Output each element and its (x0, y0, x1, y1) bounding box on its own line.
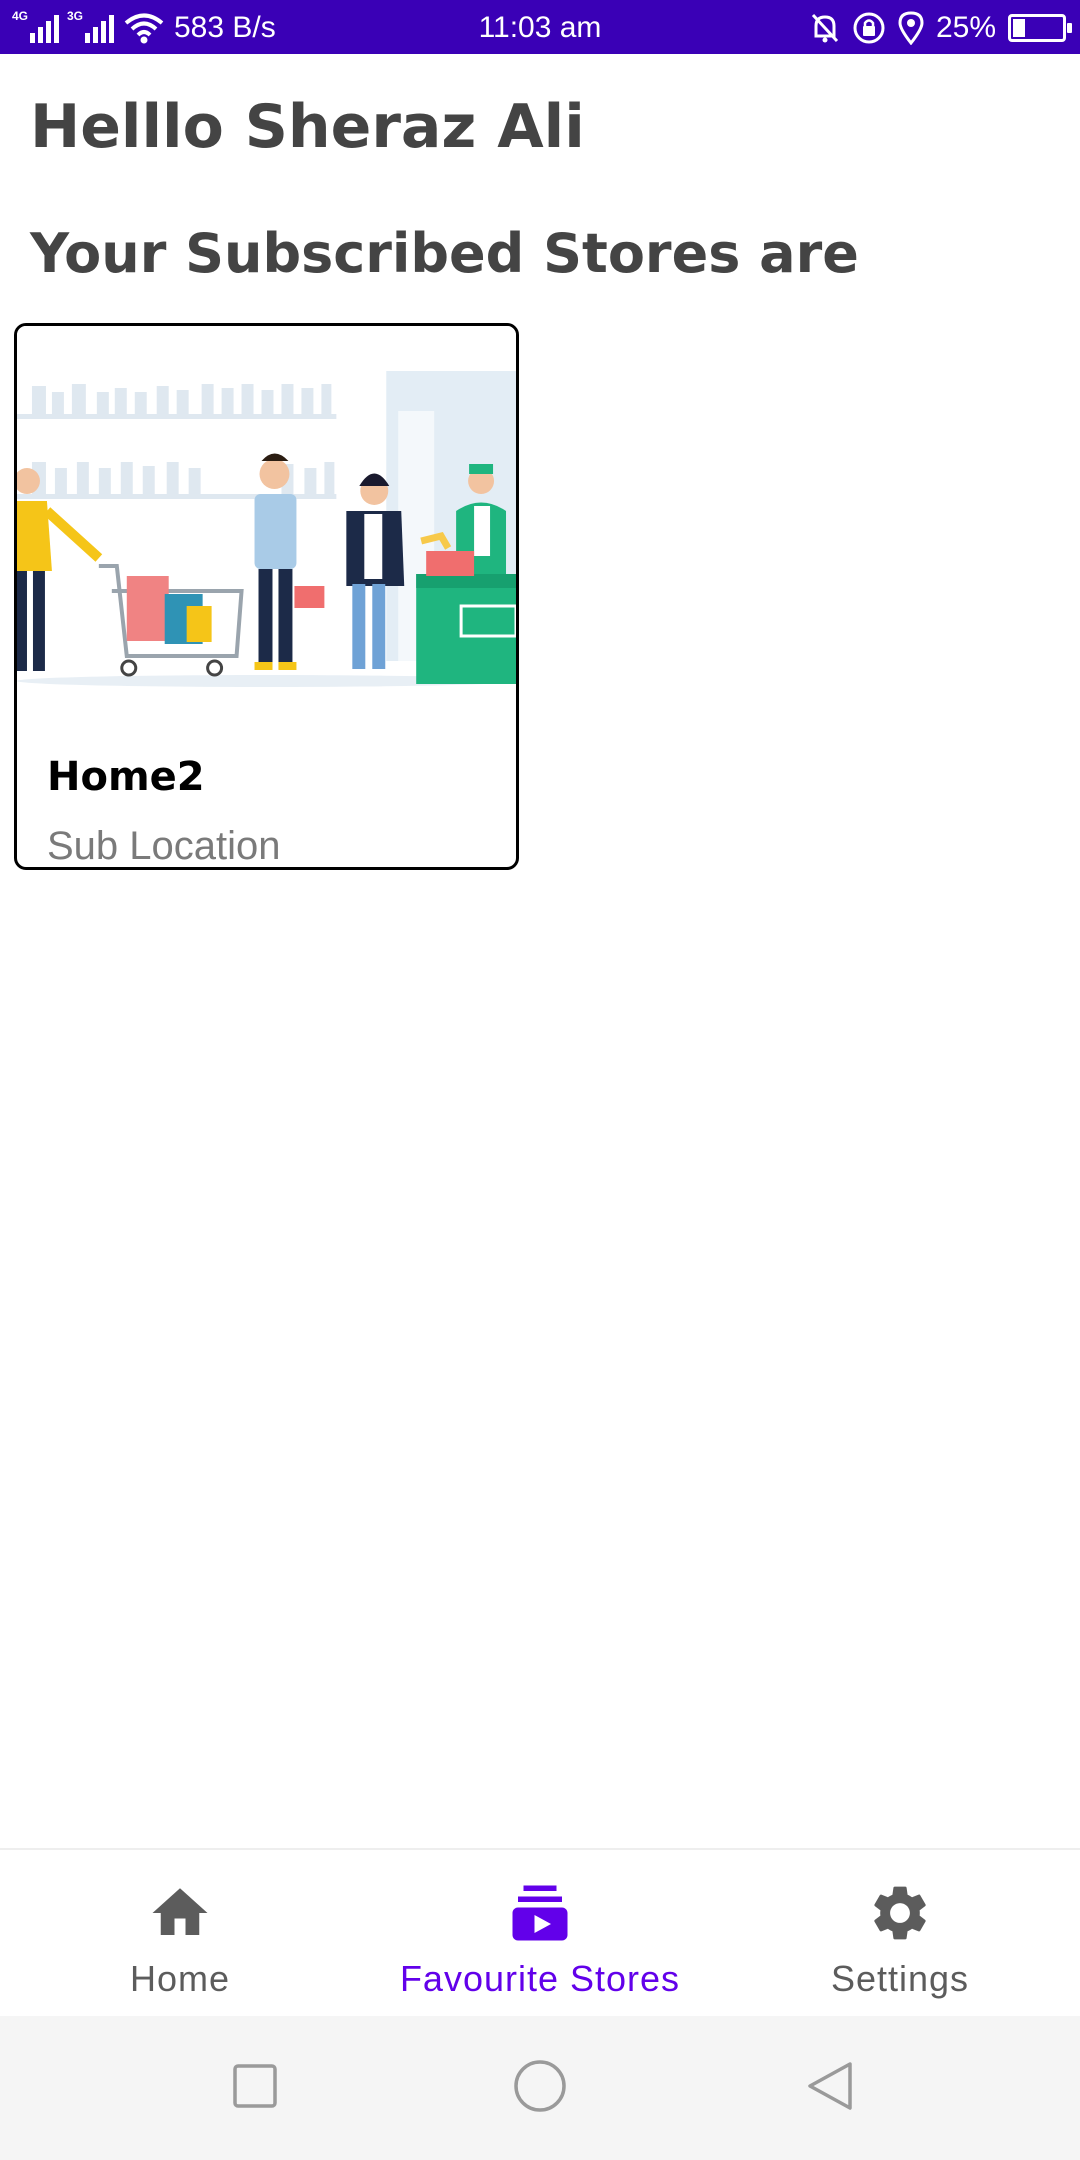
greeting-title: Helllo Sheraz Ali (30, 92, 585, 162)
battery-icon (1008, 14, 1072, 42)
nav-item-home[interactable]: Home (0, 1850, 360, 2018)
bottom-navigation: Home Favourite Stores Settings (0, 1848, 1080, 2016)
nav-label-favourite-stores: Favourite Stores (399, 1958, 681, 1999)
battery-percent: 25% (935, 11, 996, 44)
back-icon[interactable] (800, 2056, 860, 2116)
system-navigation-bar (0, 2016, 1080, 2160)
store-card[interactable]: Home2 Sub Location (14, 323, 519, 870)
subscriptions-icon (512, 1885, 568, 1941)
home-circle-icon[interactable] (510, 2056, 570, 2116)
store-location: Sub Location (47, 824, 281, 868)
location-icon (898, 11, 924, 45)
status-bar: 4G 3G 583 B/s 11:03 am 25% (0, 0, 1080, 54)
store-image (17, 326, 516, 706)
nav-label-home: Home (129, 1958, 231, 1999)
status-right: 25% (810, 8, 1072, 48)
home-icon (152, 1888, 208, 1935)
nav-label-settings: Settings (830, 1958, 970, 1999)
nav-item-settings[interactable]: Settings (720, 1850, 1080, 2018)
rotation-lock-icon (853, 12, 885, 44)
gear-icon (874, 1886, 926, 1940)
recent-apps-icon[interactable] (225, 2056, 285, 2116)
mute-bell-icon (811, 13, 839, 43)
nav-item-favourite-stores[interactable]: Favourite Stores (360, 1850, 720, 2018)
section-title: Your Subscribed Stores are (30, 222, 859, 285)
store-name: Home2 (47, 754, 205, 800)
